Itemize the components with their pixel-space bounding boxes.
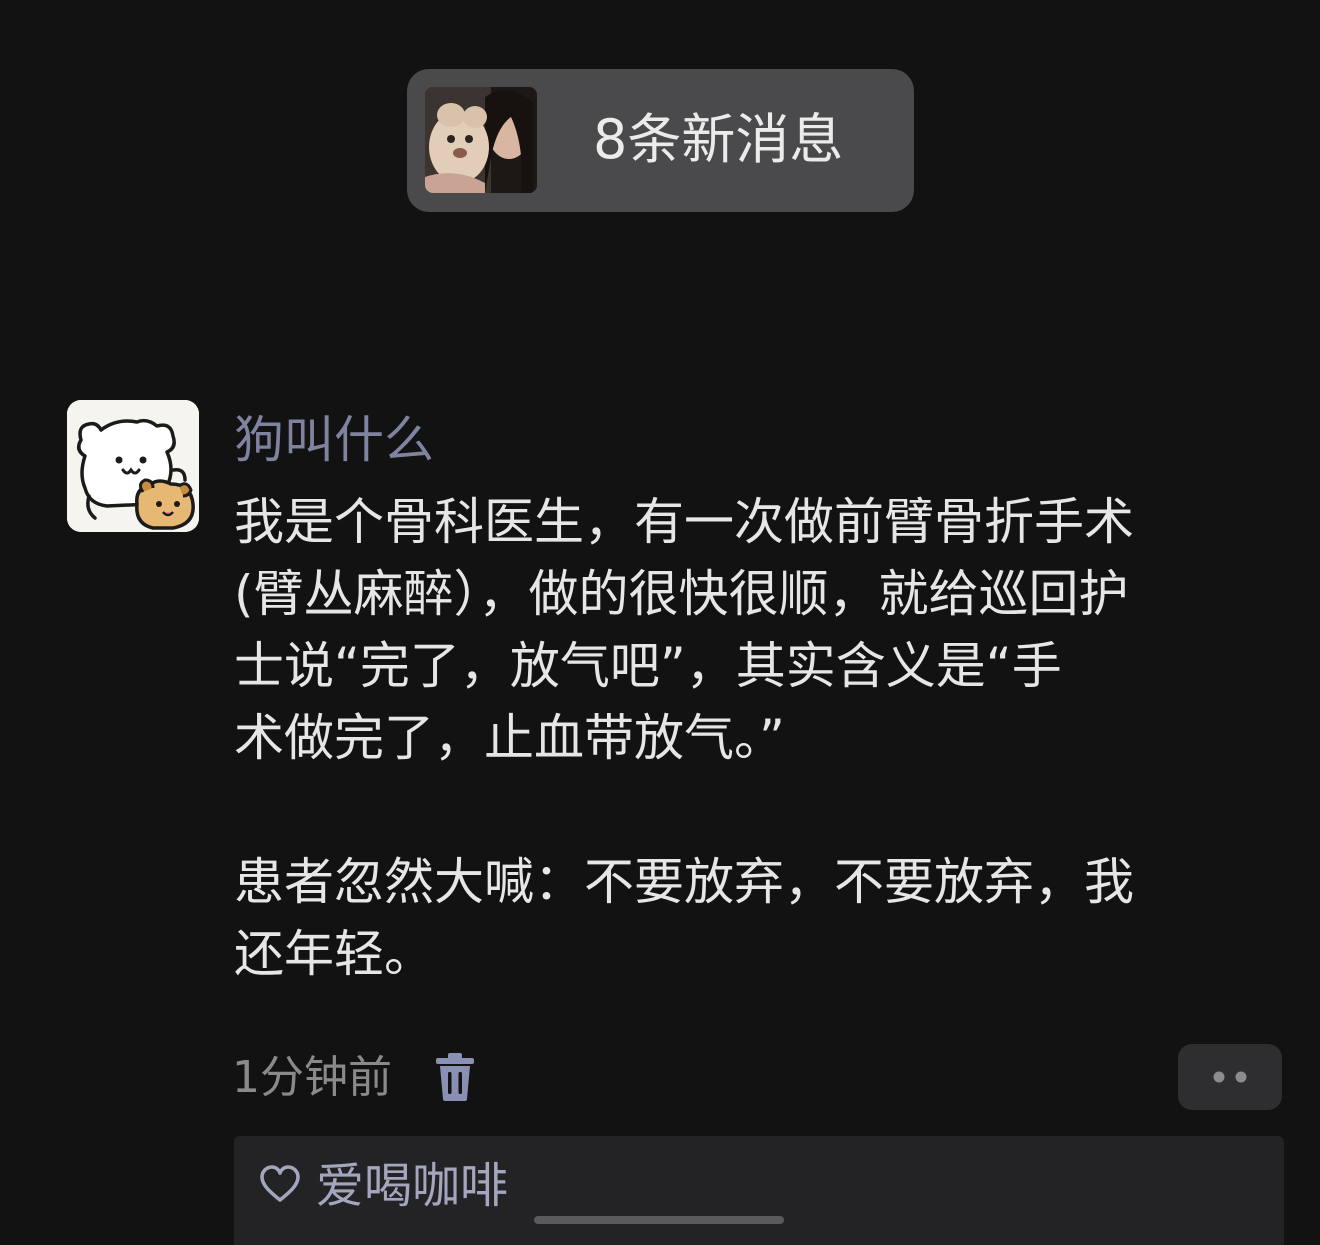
heart-outline-icon[interactable] xyxy=(258,1162,302,1206)
comment-line: 术做完了，止血带放气。” xyxy=(234,709,785,767)
reply-text-preview xyxy=(534,1216,784,1224)
comment-username[interactable]: 狗叫什么 xyxy=(234,408,434,472)
comment-line: 还年轻。 xyxy=(234,925,434,983)
comment-line: 士说“完了，放气吧”，其实含义是“手 xyxy=(234,637,1062,695)
comment-line: 我是个骨科医生，有一次做前臂骨折手术 xyxy=(234,493,1134,551)
reply-preview-box[interactable]: 爱喝咖啡 xyxy=(234,1136,1284,1245)
new-messages-banner[interactable]: 8条新消息 xyxy=(407,69,914,212)
cartoon-dog-avatar[interactable] xyxy=(67,400,199,532)
reply-username[interactable]: 爱喝咖啡 xyxy=(316,1156,508,1216)
comment-timestamp: 1分钟前 xyxy=(232,1052,392,1103)
comment-line: 患者忽然大喊：不要放弃，不要放弃，我 xyxy=(234,853,1134,911)
cartoon-dog-icon xyxy=(67,400,199,532)
comment-body: 我是个骨科医生，有一次做前臂骨折手术 (臂丛麻醉），做的很快很顺，就给巡回护 士… xyxy=(234,486,1274,990)
trash-icon[interactable] xyxy=(432,1052,478,1102)
more-options-button[interactable] xyxy=(1178,1044,1282,1110)
chat-screen: 8条新消息 狗叫什么 我是个骨科医生，有一次做前臂骨折手术 (臂丛麻醉），做的很… xyxy=(0,0,1320,1245)
new-messages-label: 8条新消息 xyxy=(593,108,844,171)
comment-line: (臂丛麻醉），做的很快很顺，就给巡回护 xyxy=(234,565,1129,623)
more-dots-icon xyxy=(1213,1071,1247,1083)
user-photo-avatar xyxy=(425,87,537,193)
user-photo-icon xyxy=(425,87,537,193)
